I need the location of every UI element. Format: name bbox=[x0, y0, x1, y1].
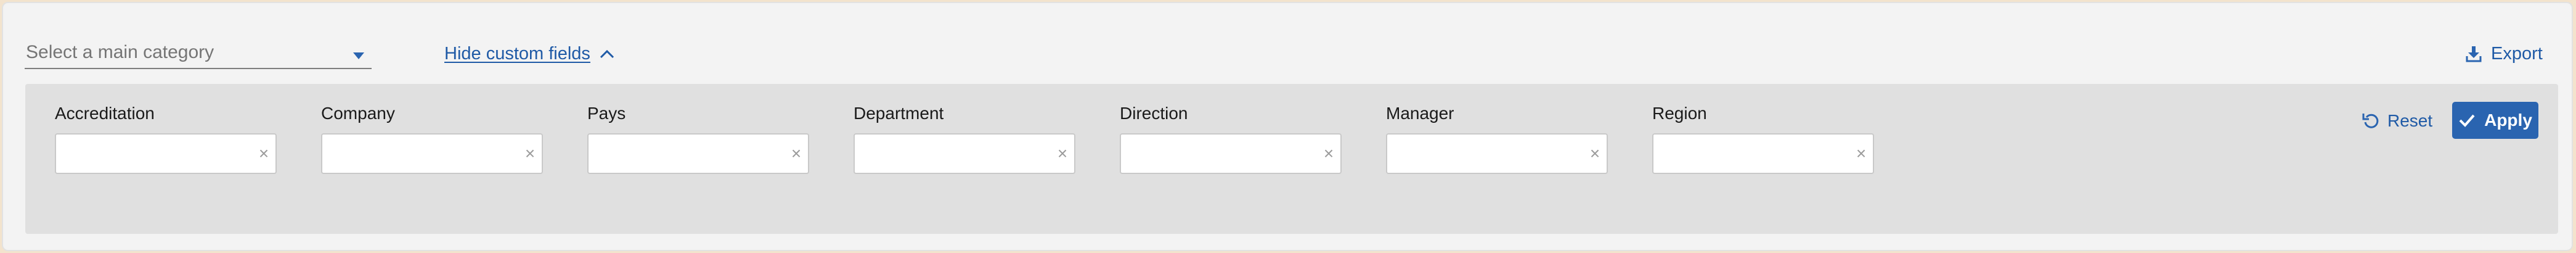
main-category-placeholder: Select a main category bbox=[26, 42, 214, 62]
manager-input[interactable]: × bbox=[1386, 133, 1608, 174]
clear-icon[interactable]: × bbox=[1587, 144, 1603, 163]
field-label: Company bbox=[321, 104, 395, 123]
reset-button[interactable]: Reset bbox=[2362, 107, 2432, 135]
pays-input[interactable]: × bbox=[587, 133, 809, 174]
clear-icon[interactable]: × bbox=[788, 144, 804, 163]
region-input[interactable]: × bbox=[1652, 133, 1874, 174]
filter-panel: Select a main category Hide custom field… bbox=[2, 2, 2573, 251]
department-input[interactable]: × bbox=[854, 133, 1075, 174]
main-category-select[interactable]: Select a main category bbox=[25, 37, 372, 69]
apply-label: Apply bbox=[2484, 110, 2532, 130]
direction-input[interactable]: × bbox=[1120, 133, 1342, 174]
field-label: Pays bbox=[587, 104, 626, 123]
field-label: Department bbox=[854, 104, 944, 123]
accreditation-input[interactable]: × bbox=[55, 133, 277, 174]
chevron-down-icon bbox=[353, 52, 364, 59]
hide-custom-fields-link[interactable]: Hide custom fields bbox=[444, 41, 615, 66]
field-label: Direction bbox=[1120, 104, 1188, 123]
company-input[interactable]: × bbox=[321, 133, 543, 174]
reset-label: Reset bbox=[2387, 111, 2433, 130]
download-icon bbox=[2465, 45, 2482, 62]
check-icon bbox=[2458, 113, 2476, 128]
apply-button[interactable]: Apply bbox=[2452, 102, 2538, 139]
export-label: Export bbox=[2491, 43, 2543, 64]
clear-icon[interactable]: × bbox=[256, 144, 272, 163]
chevron-up-icon bbox=[599, 48, 615, 59]
export-button[interactable]: Export bbox=[2465, 41, 2543, 66]
clear-icon[interactable]: × bbox=[1321, 144, 1337, 163]
field-label: Manager bbox=[1386, 104, 1454, 123]
clear-icon[interactable]: × bbox=[522, 144, 538, 163]
undo-icon bbox=[2362, 112, 2380, 130]
hide-custom-fields-label: Hide custom fields bbox=[444, 43, 590, 64]
field-label: Accreditation bbox=[55, 104, 155, 123]
field-label: Region bbox=[1652, 104, 1707, 123]
clear-icon[interactable]: × bbox=[1054, 144, 1070, 163]
clear-icon[interactable]: × bbox=[1853, 144, 1869, 163]
custom-fields-area: Accreditation × Company × Pays × Departm… bbox=[25, 84, 2558, 234]
